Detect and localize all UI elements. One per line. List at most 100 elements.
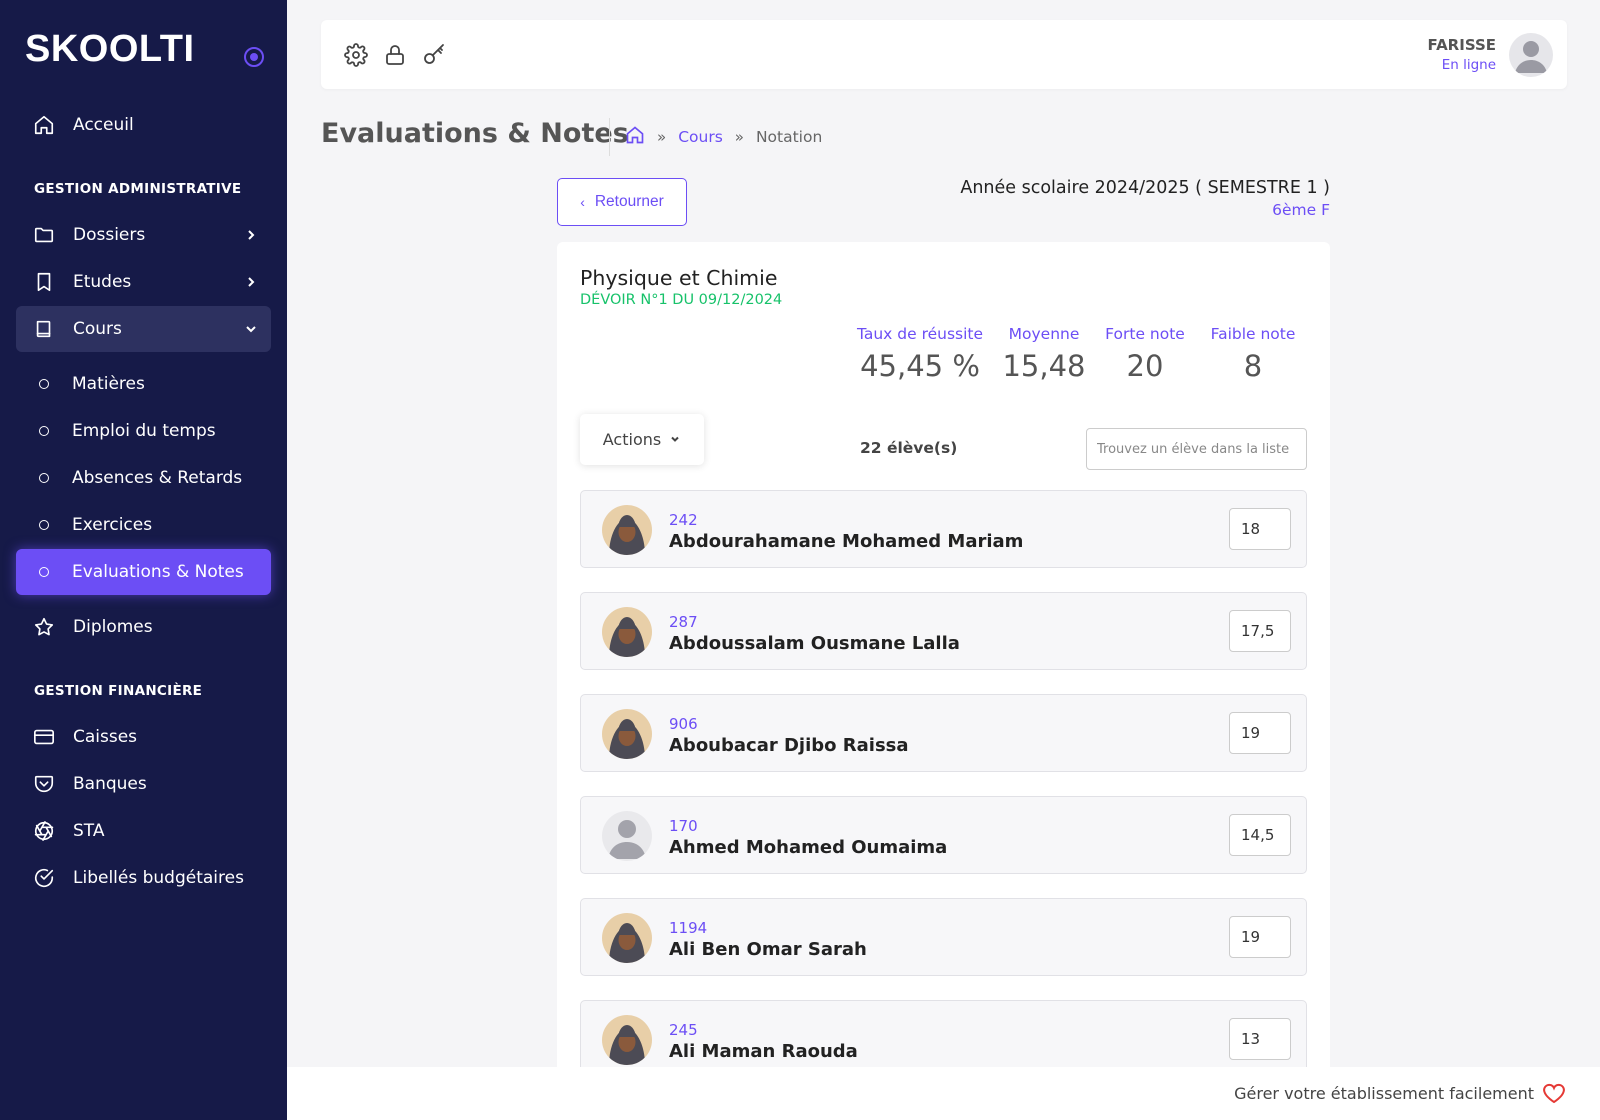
sidebar-item-label: Acceuil — [73, 115, 134, 135]
stat-value: 8 — [1243, 349, 1263, 383]
sidebar-subitem-exercices[interactable]: Exercices — [16, 502, 271, 548]
student-number: 245 — [669, 1021, 698, 1039]
stat-value: 45,45 % — [860, 349, 980, 383]
sidebar-item-label: Etudes — [73, 272, 132, 292]
student-number: 287 — [669, 613, 698, 631]
student-number: 906 — [669, 715, 698, 733]
class-name: 6ème F — [1272, 201, 1330, 219]
sidebar-item-cours[interactable]: Cours — [16, 306, 271, 352]
avatar[interactable] — [1509, 33, 1553, 77]
home-icon[interactable] — [625, 125, 645, 149]
sidebar-item-label: Dossiers — [73, 225, 146, 245]
student-row: 242 Abdourahamane Mohamed Mariam — [580, 490, 1307, 568]
grade-input[interactable] — [1229, 916, 1291, 958]
sidebar-item-diplomes[interactable]: Diplomes — [16, 604, 271, 650]
grade-input[interactable] — [1229, 814, 1291, 856]
sidebar-item-libelles[interactable]: Libellés budgétaires — [16, 855, 271, 901]
student-name: Ali Maman Raouda — [669, 1041, 858, 1062]
student-row: 245 Ali Maman Raouda — [580, 1000, 1307, 1072]
footer-text: Gérer votre établissement facilement — [1234, 1084, 1534, 1103]
sidebar-subitem-matieres[interactable]: Matières — [16, 361, 271, 407]
bookmark-icon — [33, 271, 55, 293]
breadcrumb-current: Notation — [755, 128, 823, 146]
breadcrumb-divider — [609, 118, 610, 156]
back-button[interactable]: ‹ Retourner — [557, 178, 687, 226]
student-row: 170 Ahmed Mohamed Oumaima — [580, 796, 1307, 874]
stat-average: Moyenne 15,48 — [1002, 325, 1086, 383]
sidebar-item-dossiers[interactable]: Dossiers — [16, 212, 271, 258]
student-number: 170 — [669, 817, 698, 835]
sidebar-subitem-emploi[interactable]: Emploi du temps — [16, 408, 271, 454]
sidebar-item-label: Diplomes — [73, 617, 153, 637]
star-icon — [33, 616, 55, 638]
circle-icon — [39, 426, 49, 436]
stat-lowest: Faible note 8 — [1206, 325, 1300, 383]
sidebar-item-sta[interactable]: STA — [16, 808, 271, 854]
devoir-subtitle: DÉVOIR N°1 DU 09/12/2024 — [580, 292, 783, 308]
student-row: 287 Abdoussalam Ousmane Lalla — [580, 592, 1307, 670]
sidebar-item-home[interactable]: Acceuil — [16, 102, 271, 148]
sidebar-subitem-label: Exercices — [72, 515, 153, 535]
grade-input[interactable] — [1229, 508, 1291, 550]
stat-value: 20 — [1126, 349, 1164, 383]
sidebar: SKOOLTI Acceuil GESTION ADMINISTRATIVE D… — [0, 0, 287, 1120]
avatar-placeholder-icon — [602, 811, 652, 861]
page-title: Evaluations & Notes — [321, 118, 629, 149]
student-photo — [602, 607, 652, 657]
sidebar-item-etudes[interactable]: Etudes — [16, 259, 271, 305]
sidebar-item-caisses[interactable]: Caisses — [16, 714, 271, 760]
sidebar-item-label: STA — [73, 821, 105, 841]
book-icon — [33, 318, 55, 340]
breadcrumb-link-cours[interactable]: Cours — [678, 128, 723, 146]
grades-card: Physique et Chimie DÉVOIR N°1 DU 09/12/2… — [557, 242, 1330, 1072]
sidebar-subitem-label: Evaluations & Notes — [72, 562, 244, 582]
circle-icon — [39, 567, 49, 577]
key-icon[interactable] — [422, 43, 446, 67]
back-button-label: Retourner — [594, 193, 664, 210]
user-name[interactable]: FARISSE — [1428, 36, 1496, 54]
sidebar-subitem-evaluations[interactable]: Evaluations & Notes — [16, 549, 271, 595]
student-photo — [602, 913, 652, 963]
folder-icon — [33, 224, 55, 246]
pocket-icon — [33, 773, 55, 795]
chevron-right-icon — [243, 227, 259, 243]
grade-input[interactable] — [1229, 1018, 1291, 1060]
student-name: Aboubacar Djibo Raissa — [669, 735, 909, 756]
search-input[interactable] — [1086, 428, 1307, 470]
sidebar-item-label: Libellés budgétaires — [73, 868, 244, 888]
student-photo — [602, 505, 652, 555]
student-row: 1194 Ali Ben Omar Sarah — [580, 898, 1307, 976]
chevron-down-icon — [243, 321, 259, 337]
student-count: 22 élève(s) — [860, 439, 958, 457]
actions-dropdown[interactable]: Actions — [580, 414, 704, 465]
sidebar-subitem-label: Absences & Retards — [72, 468, 243, 488]
circle-icon — [39, 473, 49, 483]
gear-icon[interactable] — [344, 43, 368, 67]
student-photo — [602, 1015, 652, 1065]
check-circle-icon — [33, 867, 55, 889]
student-number: 1194 — [669, 919, 708, 937]
student-photo — [602, 709, 652, 759]
footer: Gérer votre établissement facilement — [287, 1067, 1600, 1120]
user-status: En ligne — [1441, 57, 1496, 73]
sidebar-toggle-icon[interactable] — [244, 47, 264, 67]
stat-label: Faible note — [1210, 325, 1296, 343]
chevron-left-icon: ‹ — [580, 194, 585, 210]
chevron-down-icon — [661, 430, 681, 449]
app-logo[interactable]: SKOOLTI — [25, 28, 195, 71]
circle-icon — [39, 379, 49, 389]
sidebar-subitem-absences[interactable]: Absences & Retards — [16, 455, 271, 501]
grade-input[interactable] — [1229, 712, 1291, 754]
lock-icon[interactable] — [383, 43, 407, 67]
sidebar-item-label: Cours — [73, 319, 122, 339]
breadcrumb-separator: » — [657, 128, 667, 146]
stat-label: Forte note — [1105, 325, 1185, 343]
school-year: Année scolaire 2024/2025 ( SEMESTRE 1 ) — [960, 178, 1330, 198]
sidebar-item-banques[interactable]: Banques — [16, 761, 271, 807]
grade-input[interactable] — [1229, 610, 1291, 652]
student-name: Ahmed Mohamed Oumaima — [669, 837, 948, 858]
stat-highest: Forte note 20 — [1102, 325, 1188, 383]
section-title-finance: GESTION FINANCIÈRE — [34, 683, 203, 699]
sidebar-item-label: Banques — [73, 774, 147, 794]
aperture-icon — [33, 820, 55, 842]
